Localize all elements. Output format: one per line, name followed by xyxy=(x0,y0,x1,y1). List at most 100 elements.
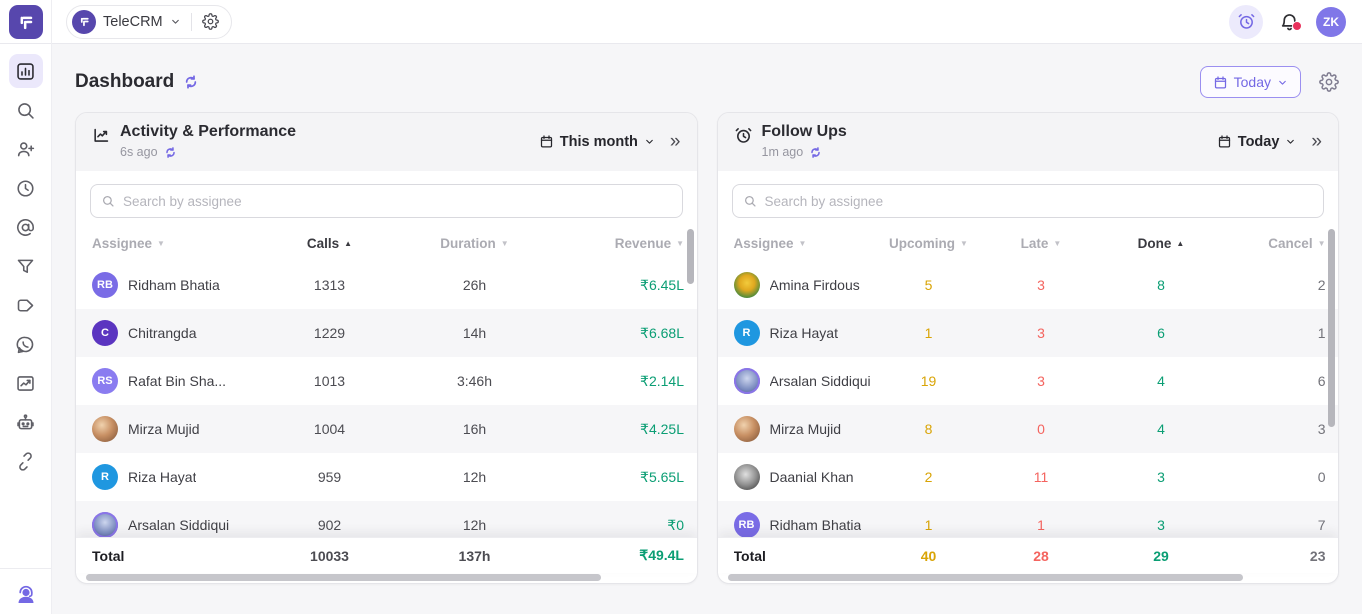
column-header-calls[interactable]: Calls▲ xyxy=(277,236,382,251)
sidebar-item-whatsapp[interactable] xyxy=(9,327,43,361)
cell-duration: 3:46h xyxy=(382,373,567,389)
panel-refresh-icon[interactable] xyxy=(164,146,177,159)
page-refresh-icon[interactable] xyxy=(183,74,199,90)
panel-date-filter-label: This month xyxy=(560,134,638,150)
expand-panel-icon[interactable]: » xyxy=(670,132,681,151)
vertical-scrollbar[interactable] xyxy=(1328,229,1335,427)
cell-duration: 12h xyxy=(382,517,567,533)
search-input[interactable] xyxy=(765,194,1314,209)
table-row[interactable]: Amina Firdous5382 xyxy=(718,261,1339,309)
cell-upcoming: 8 xyxy=(874,421,984,437)
sidebar-item-filters[interactable] xyxy=(9,249,43,283)
panel-date-filter[interactable]: This month xyxy=(539,134,655,150)
table-row[interactable]: Daanial Khan21130 xyxy=(718,453,1339,501)
cell-duration: 16h xyxy=(382,421,567,437)
column-header-assignee[interactable]: Assignee▼ xyxy=(734,236,874,251)
cell-late: 11 xyxy=(984,469,1099,485)
user-avatar[interactable]: ZK xyxy=(1316,7,1346,37)
search-icon xyxy=(15,100,36,121)
avatar xyxy=(92,512,118,537)
avatar xyxy=(92,416,118,442)
table-row[interactable]: CChitrangda122914h₹6.68L xyxy=(76,309,697,357)
expand-panel-icon[interactable]: » xyxy=(1311,132,1322,151)
table-row[interactable]: Arsalan Siddiqui90212h₹0 xyxy=(76,501,697,537)
sort-desc-icon: ▼ xyxy=(799,239,807,248)
table-row[interactable]: Mirza Mujid8043 xyxy=(718,405,1339,453)
clock-icon xyxy=(15,178,36,199)
avatar: RB xyxy=(92,272,118,298)
search-box xyxy=(90,184,683,218)
sort-desc-icon: ▼ xyxy=(676,239,684,248)
sort-desc-icon: ▼ xyxy=(960,239,968,248)
cell-duration: 26h xyxy=(382,277,567,293)
sidebar-item-support[interactable] xyxy=(9,578,43,612)
column-header-assignee[interactable]: Assignee▼ xyxy=(92,236,277,251)
reminders-button[interactable] xyxy=(1229,5,1263,39)
sidebar-item-mentions[interactable] xyxy=(9,210,43,244)
table-row[interactable]: RBRidham Bhatia131326h₹6.45L xyxy=(76,261,697,309)
horizontal-scrollbar[interactable] xyxy=(86,574,601,581)
column-header-duration[interactable]: Duration▼ xyxy=(382,236,567,251)
sidebar-item-recent-activity[interactable] xyxy=(9,171,43,205)
panel-updated: 1m ago xyxy=(762,145,804,159)
column-header-late[interactable]: Late▼ xyxy=(984,236,1099,251)
sidebar-item-integrations[interactable] xyxy=(9,444,43,478)
page-date-filter[interactable]: Today xyxy=(1200,66,1301,98)
alarm-clock-icon xyxy=(1237,12,1256,31)
table-row[interactable]: Mirza Mujid100416h₹4.25L xyxy=(76,405,697,453)
search-icon xyxy=(101,194,115,208)
robot-icon xyxy=(15,412,36,433)
sidebar-item-tags[interactable] xyxy=(9,288,43,322)
table-body: RBRidham Bhatia131326h₹6.45LCChitrangda1… xyxy=(76,261,697,537)
workspace-switcher[interactable]: TeleCRM xyxy=(66,5,232,39)
table-row[interactable]: RRiza Hayat1361 xyxy=(718,309,1339,357)
panel-date-filter[interactable]: Today xyxy=(1217,134,1297,150)
dashboard-settings-icon[interactable] xyxy=(1319,72,1339,92)
cell-cancel: 2 xyxy=(1224,277,1326,293)
table-row[interactable]: Arsalan Siddiqui19346 xyxy=(718,357,1339,405)
sidebar-item-dashboard[interactable] xyxy=(9,54,43,88)
notifications-button[interactable] xyxy=(1279,11,1300,32)
cell-upcoming: 5 xyxy=(874,277,984,293)
support-headset-icon xyxy=(14,583,38,607)
total-row: Total40282923 xyxy=(718,537,1339,573)
notification-dot xyxy=(1292,21,1302,31)
table-row[interactable]: RSRafat Bin Sha...10133:46h₹2.14L xyxy=(76,357,697,405)
sidebar-item-search[interactable] xyxy=(9,93,43,127)
vertical-scrollbar[interactable] xyxy=(687,229,694,284)
sidebar-item-automation[interactable] xyxy=(9,405,43,439)
search-input[interactable] xyxy=(123,194,672,209)
cell-calls: 902 xyxy=(277,517,382,533)
avatar: R xyxy=(92,464,118,490)
horizontal-scrollbar[interactable] xyxy=(728,574,1243,581)
column-header-done[interactable]: Done▲ xyxy=(1099,236,1224,251)
table-row[interactable]: RBRidham Bhatia1137 xyxy=(718,501,1339,537)
avatar xyxy=(734,464,760,490)
workspace-settings-icon[interactable] xyxy=(202,13,219,30)
column-header-cancel[interactable]: Cancel▼ xyxy=(1224,236,1326,251)
panel-refresh-icon[interactable] xyxy=(809,146,822,159)
total-label: Total xyxy=(92,548,277,564)
column-header-revenue[interactable]: Revenue▼ xyxy=(567,236,684,251)
chevron-down-icon xyxy=(1285,136,1296,147)
avatar: R xyxy=(734,320,760,346)
page-header: Dashboard Today xyxy=(75,44,1339,104)
cell-calls: 1013 xyxy=(277,373,382,389)
table-header: Assignee▼Upcoming▼Late▼Done▲Cancel▼ xyxy=(718,225,1339,261)
table-row[interactable]: RRiza Hayat95912h₹5.65L xyxy=(76,453,697,501)
cell-late: 3 xyxy=(984,325,1099,341)
tag-icon xyxy=(15,295,36,316)
avatar xyxy=(734,368,760,394)
sidebar-item-reports[interactable] xyxy=(9,366,43,400)
cell-late: 1 xyxy=(984,517,1099,533)
sidebar-item-add-lead[interactable] xyxy=(9,132,43,166)
cell-calls: 1313 xyxy=(277,277,382,293)
column-header-upcoming[interactable]: Upcoming▼ xyxy=(874,236,984,251)
cell-late: 3 xyxy=(984,277,1099,293)
total-upcoming: 40 xyxy=(874,548,984,564)
divider xyxy=(191,13,192,31)
panel-updated: 6s ago xyxy=(120,145,158,159)
topbar: TeleCRM ZK xyxy=(0,0,1362,44)
assignee-cell: Mirza Mujid xyxy=(734,416,874,442)
calendar-icon xyxy=(1217,134,1232,149)
